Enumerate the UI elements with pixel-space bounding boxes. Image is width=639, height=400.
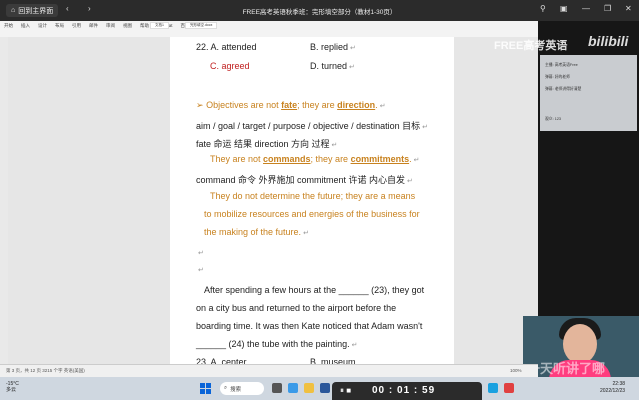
taskbar: -15°C 多云 ⌕ 搜索 22:38 2022/12/23	[0, 377, 639, 400]
chat-box: 主播: 高考英语Free 弹幕: 好的老师 弹幕: 老师讲得好清楚 观众: 12…	[540, 55, 637, 131]
quote-line-3: the making of the future. ↵	[204, 227, 309, 237]
recording-timer: 00 : 01 : 59	[372, 385, 436, 396]
ribbon-tabs: 开始插入设计布局引用邮件审阅视图帮助Acrobat百度网盘	[4, 23, 199, 29]
recording-toolbar[interactable]: ⏸ ■ 00 : 01 : 59	[332, 382, 482, 400]
empty-paragraph: ↵	[198, 250, 204, 257]
zoom-level[interactable]: 100%	[510, 368, 522, 373]
bullet-arrow-icon: ➢	[196, 100, 204, 110]
ribbon-tab[interactable]: 布局	[55, 23, 64, 29]
ribbon-tab[interactable]: 开始	[4, 23, 13, 29]
word-ribbon: 开始插入设计布局引用邮件审阅视图帮助Acrobat百度网盘 文档1 完形填空.d…	[0, 21, 538, 38]
start-icon[interactable]	[200, 383, 211, 394]
ribbon-tab[interactable]: 插入	[21, 23, 30, 29]
weather-widget[interactable]: -15°C 多云	[6, 381, 19, 393]
ribbon-tab[interactable]: 审阅	[106, 23, 115, 29]
vocab-line-2: fate 命运 结果 direction 方向 过程 ↵	[196, 139, 338, 149]
search-label: 搜索	[230, 386, 242, 393]
status-left: 第 3 页，共 12 页 3215 个字 英语(美国)	[6, 368, 85, 373]
app-icon[interactable]	[504, 383, 514, 393]
restore-icon[interactable]: ❐	[604, 4, 611, 13]
search-box[interactable]: ⌕ 搜索	[220, 382, 264, 395]
edge-icon[interactable]	[288, 383, 298, 393]
passage-line-4: ______ (24) the tube with the painting. ↵	[196, 339, 358, 349]
passage-line-2: on a city bus and returned to the airpor…	[196, 303, 397, 313]
vocab-line-1: aim / goal / target / purpose / objectiv…	[196, 121, 428, 131]
vocab-line-3: command 命令 外界施加 commitment 许诺 内心自发 ↵	[196, 175, 413, 185]
pin-icon[interactable]: ⚲	[540, 4, 546, 13]
system-clock[interactable]: 22:38 2022/12/23	[600, 381, 625, 395]
q22-option-b: B. replied ↵	[310, 42, 356, 52]
camera-watermark: 一天听讲了哪	[527, 361, 606, 376]
bilibili-logo: bilibili	[588, 33, 629, 49]
close-icon[interactable]: ✕	[625, 4, 632, 13]
doc-tab-2[interactable]: 完形填空.docx	[185, 22, 218, 29]
ribbon-tab[interactable]: 引用	[72, 23, 81, 29]
chat-line: 观众: 123	[545, 117, 562, 121]
chat-line: 弹幕: 好的老师	[545, 75, 570, 79]
document-page[interactable]: 22. A. attended B. replied ↵ C. agreed D.…	[170, 37, 454, 377]
q22-option-c: C. agreed	[210, 61, 250, 71]
webcam-view: 一天听讲了哪	[523, 316, 639, 379]
record-controls-icon[interactable]: ⏸ ■	[340, 386, 351, 396]
passage-line-3: boarding time. It was then Kate noticed …	[196, 321, 423, 331]
passage-line-1: After spending a few hours at the ______…	[204, 285, 425, 295]
empty-paragraph: ↵	[198, 267, 204, 274]
objectives-sentence: ➢ Objectives are not fate; they are dire…	[196, 100, 386, 110]
ribbon-tab[interactable]: 帮助	[140, 23, 149, 29]
app-icon[interactable]	[488, 383, 498, 393]
taskview-icon[interactable]	[272, 383, 282, 393]
quote-line-2: to mobilize resources and energies of th…	[204, 209, 420, 219]
ribbon-tab[interactable]: 邮件	[89, 23, 98, 29]
quote-line-1: They do not determine the future; they a…	[210, 191, 416, 201]
explorer-icon[interactable]	[304, 383, 314, 393]
chat-line: 弹幕: 老师讲得好清楚	[545, 87, 582, 91]
q22-option-a: 22. A. attended	[196, 42, 257, 52]
commands-sentence: They are not commands; they are commitme…	[210, 154, 420, 164]
q22-option-d: D. turned ↵	[310, 61, 355, 71]
chat-line: 主播: 高考英语Free	[545, 63, 578, 67]
screen-icon[interactable]: ▣	[560, 4, 568, 13]
doc-tab-1[interactable]: 文档1	[150, 22, 169, 29]
minimize-icon[interactable]: —	[582, 4, 590, 13]
search-icon: ⌕	[224, 385, 228, 391]
word-icon[interactable]	[320, 383, 330, 393]
title-bar: ⌂ 回到主界面 ‹ › FREE高考英语秋季班：完形填空部分（教材1-30页） …	[0, 0, 639, 21]
weather-text: 多云	[6, 387, 17, 393]
document-canvas[interactable]: 22. A. attended B. replied ↵ C. agreed D.…	[8, 37, 538, 377]
status-bar: 第 3 页，共 12 页 3215 个字 英语(美国) 100%	[0, 364, 538, 378]
stream-watermark: FREE高考英语	[494, 40, 568, 52]
ribbon-tab[interactable]: 设计	[38, 23, 47, 29]
ribbon-tab[interactable]: 视图	[123, 23, 132, 29]
